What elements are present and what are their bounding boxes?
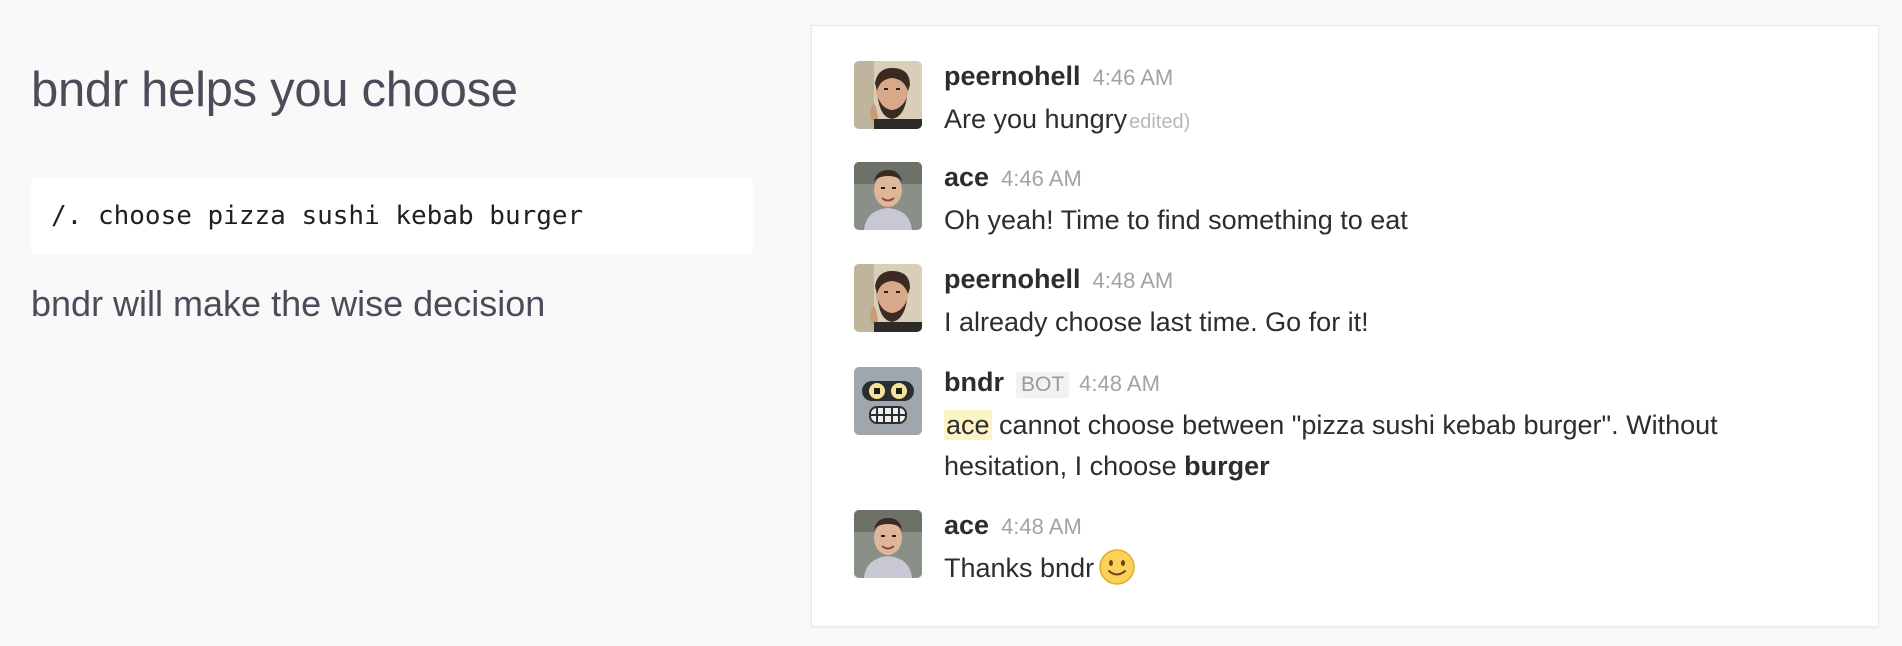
chat-panel: peernohell 4:46 AM Are you hungry edited)	[811, 25, 1879, 627]
message-author[interactable]: peernohell	[944, 264, 1081, 295]
page: bndr helps you choose /. choose pizza su…	[0, 0, 1902, 646]
message-meta: ace 4:48 AM	[944, 510, 1844, 544]
message-author[interactable]: peernohell	[944, 61, 1081, 92]
message-timestamp[interactable]: 4:48 AM	[1001, 514, 1082, 540]
message-text: I already choose last time. Go for it!	[944, 307, 1369, 337]
slightly-smiling-face-icon[interactable]	[1098, 548, 1136, 586]
message-author[interactable]: bndr	[944, 367, 1004, 398]
message-timestamp[interactable]: 4:46 AM	[1093, 65, 1174, 91]
message-text: Are you hungry edited)	[944, 99, 1844, 143]
message-timestamp[interactable]: 4:48 AM	[1079, 371, 1160, 397]
message-timestamp[interactable]: 4:48 AM	[1093, 268, 1174, 294]
edited-label: edited)	[1129, 111, 1191, 133]
message-body: peernohell 4:48 AM I already choose last…	[944, 264, 1844, 343]
message-text-content: cannot choose between "pizza sushi kebab…	[944, 410, 1718, 481]
message-meta: peernohell 4:48 AM	[944, 264, 1844, 298]
message-body: ace 4:48 AM Thanks bndr	[944, 510, 1844, 589]
message-body: bndr BOT 4:48 AM ace cannot choose betwe…	[944, 367, 1844, 487]
message-meta: bndr BOT 4:48 AM	[944, 367, 1844, 401]
bot-badge: BOT	[1016, 372, 1070, 398]
message-timestamp[interactable]: 4:46 AM	[1001, 166, 1082, 192]
message-text: Oh yeah! Time to find something to eat	[944, 205, 1408, 235]
message-author[interactable]: ace	[944, 510, 989, 541]
message-text-content: Thanks bndr	[944, 553, 1095, 583]
command-example-box: /. choose pizza sushi kebab burger	[31, 178, 753, 254]
message-author[interactable]: ace	[944, 162, 989, 193]
user-avatar-bearded-man[interactable]	[854, 264, 922, 332]
message-body: ace 4:46 AM Oh yeah! Time to find someth…	[944, 162, 1844, 241]
message-text: ace cannot choose between "pizza sushi k…	[944, 405, 1844, 487]
tagline: bndr will make the wise decision	[31, 283, 546, 324]
user-avatar-smiling-man[interactable]	[854, 510, 922, 578]
message-text: Thanks bndr	[944, 548, 1844, 589]
message-meta: peernohell 4:46 AM	[944, 61, 1844, 95]
page-title: bndr helps you choose	[31, 63, 518, 117]
user-avatar-bearded-man[interactable]	[854, 61, 922, 129]
command-example: /. choose pizza sushi kebab burger	[51, 201, 584, 231]
message-text-content: Are you hungry	[944, 104, 1128, 134]
message-meta: ace 4:46 AM	[944, 162, 1844, 196]
message-body: peernohell 4:46 AM Are you hungry edited)	[944, 61, 1844, 143]
user-avatar-smiling-man[interactable]	[854, 162, 922, 230]
user-mention[interactable]: ace	[944, 410, 992, 440]
robot-bender-avatar[interactable]	[854, 367, 922, 435]
chosen-option: burger	[1184, 451, 1270, 481]
